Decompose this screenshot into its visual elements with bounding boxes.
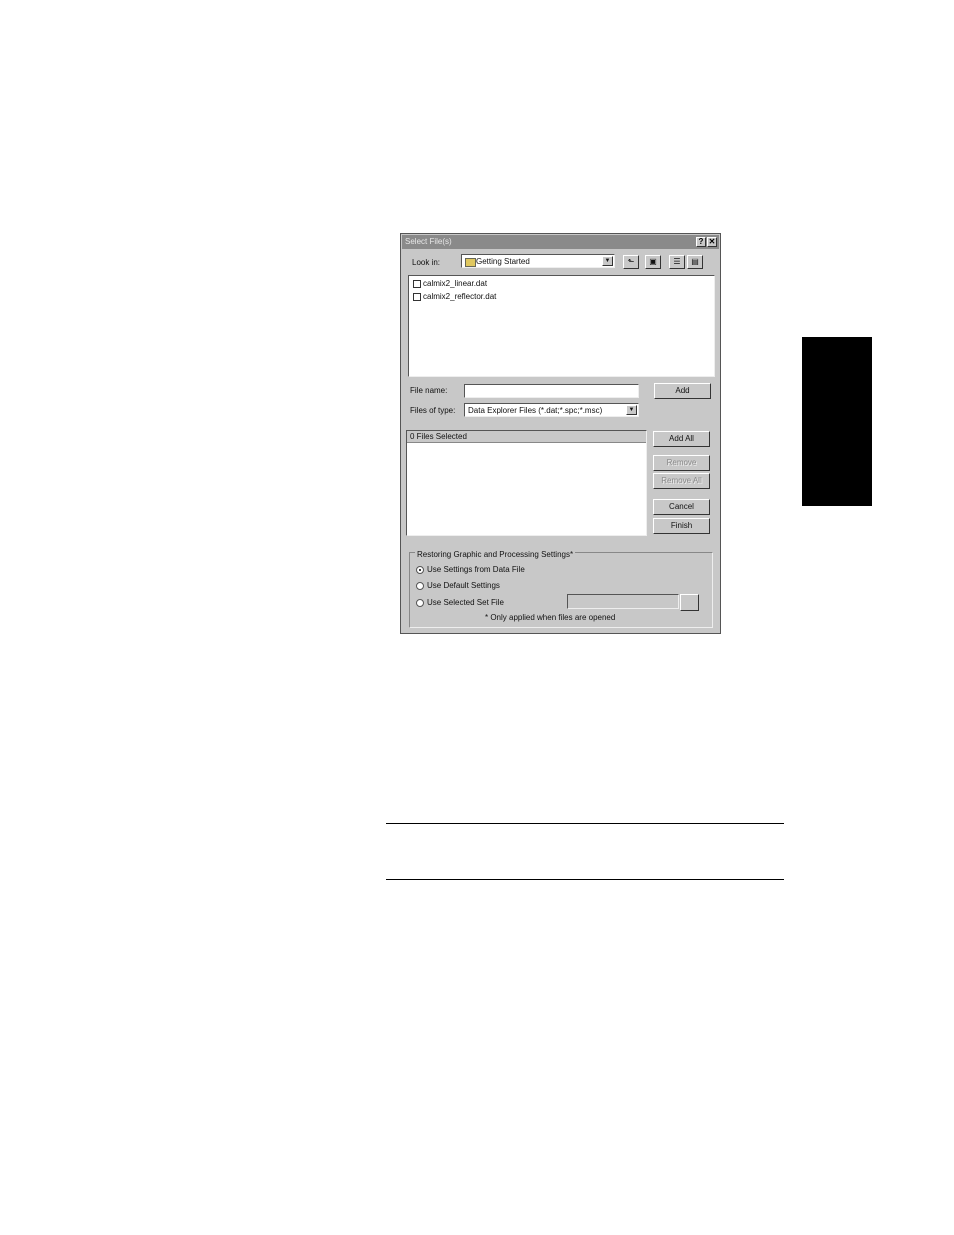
file-name-label: File name: bbox=[410, 386, 448, 395]
close-button[interactable]: ✕ bbox=[707, 237, 717, 247]
selected-files-header: 0 Files Selected bbox=[407, 431, 646, 443]
file-icon bbox=[413, 279, 421, 288]
radio-use-data-file[interactable]: Use Settings from Data File bbox=[416, 565, 525, 574]
new-folder-icon[interactable]: ▣ bbox=[645, 255, 661, 269]
dialog-title: Select File(s) bbox=[405, 237, 452, 246]
look-in-label: Look in: bbox=[412, 258, 441, 267]
select-files-dialog: Select File(s) ? ✕ Look in: Getting Star… bbox=[400, 233, 721, 634]
remove-button[interactable]: Remove bbox=[653, 455, 710, 471]
folder-icon bbox=[465, 258, 476, 267]
details-view-icon[interactable]: ▤ bbox=[687, 255, 703, 269]
selected-files-list[interactable]: 0 Files Selected bbox=[406, 430, 647, 536]
rule-bottom bbox=[386, 879, 784, 880]
remove-all-button[interactable]: Remove All bbox=[653, 473, 710, 489]
files-of-type-select[interactable]: Data Explorer Files (*.dat;*.spc;*.msc) … bbox=[464, 403, 639, 417]
radio-selected[interactable] bbox=[416, 565, 424, 574]
file-item[interactable]: calmix2_linear.dat bbox=[413, 279, 487, 288]
radio-use-set-file[interactable]: Use Selected Set File bbox=[416, 598, 504, 607]
files-of-type-value: Data Explorer Files (*.dat;*.spc;*.msc) bbox=[468, 406, 603, 415]
chevron-down-icon[interactable]: ▼ bbox=[602, 256, 613, 266]
radio[interactable] bbox=[416, 598, 424, 607]
add-all-button[interactable]: Add All bbox=[653, 431, 710, 447]
settings-legend: Restoring Graphic and Processing Setting… bbox=[415, 550, 576, 559]
file-name-input[interactable] bbox=[464, 384, 639, 398]
up-folder-icon[interactable]: ⬑ bbox=[623, 255, 639, 269]
title-bar: Select File(s) ? ✕ bbox=[402, 235, 719, 249]
file-list[interactable]: calmix2_linear.dat calmix2_reflector.dat bbox=[408, 275, 715, 377]
look-in-combo[interactable]: Getting Started ▼ bbox=[461, 254, 615, 268]
cancel-button[interactable]: Cancel bbox=[653, 499, 710, 515]
set-file-input[interactable] bbox=[567, 594, 679, 609]
look-in-value: Getting Started bbox=[476, 257, 530, 266]
help-button[interactable]: ? bbox=[696, 237, 706, 247]
chevron-down-icon[interactable]: ▼ bbox=[626, 405, 637, 415]
browse-button[interactable] bbox=[680, 594, 699, 611]
list-view-icon[interactable]: ☰ bbox=[669, 255, 685, 269]
radio-use-default[interactable]: Use Default Settings bbox=[416, 581, 500, 590]
radio[interactable] bbox=[416, 581, 424, 590]
add-button[interactable]: Add bbox=[654, 383, 711, 399]
file-item[interactable]: calmix2_reflector.dat bbox=[413, 292, 496, 301]
file-icon bbox=[413, 292, 421, 301]
rule-top bbox=[386, 823, 784, 824]
files-of-type-label: Files of type: bbox=[410, 406, 456, 415]
chapter-tab bbox=[802, 337, 872, 506]
settings-note: * Only applied when files are opened bbox=[485, 613, 616, 622]
finish-button[interactable]: Finish bbox=[653, 518, 710, 534]
